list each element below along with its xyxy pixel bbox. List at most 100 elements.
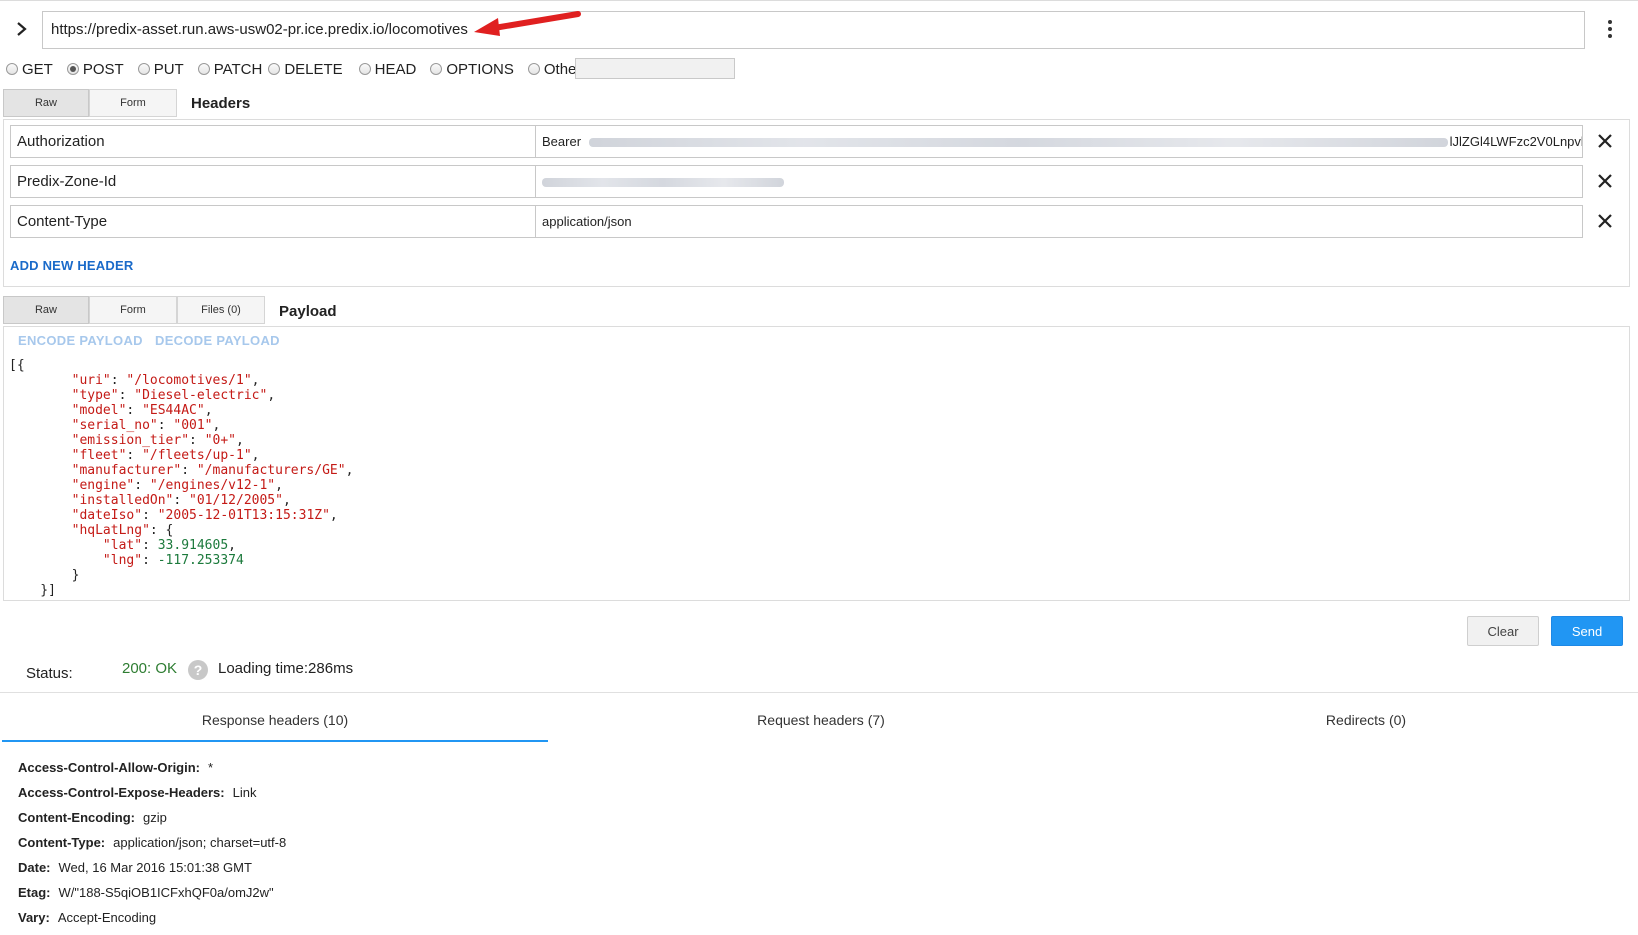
- radio-circle-icon[interactable]: [430, 63, 443, 75]
- header-name-field[interactable]: Content-Type: [10, 205, 536, 238]
- json-punct: : {: [149, 523, 174, 538]
- status-divider: [0, 692, 1638, 693]
- method-radio-delete[interactable]: DELETE: [268, 60, 343, 78]
- header-value-field[interactable]: [535, 165, 1583, 198]
- radio-circle-icon[interactable]: [137, 63, 150, 75]
- payload-line: "uri": "/locomotives/1",: [9, 373, 1624, 388]
- tab-response-headers[interactable]: Response headers (10): [2, 702, 548, 738]
- tab-redirects[interactable]: Redirects (0): [1094, 702, 1638, 738]
- radio-circle-icon[interactable]: [358, 63, 371, 75]
- response-header-value: Link: [232, 785, 257, 800]
- json-punct: :: [181, 463, 197, 478]
- radio-circle-icon[interactable]: [527, 63, 540, 75]
- header-value-field[interactable]: application/json: [535, 205, 1583, 238]
- headers-tab-form[interactable]: Form: [89, 89, 177, 117]
- response-header-value: Wed, 16 Mar 2016 15:01:38 GMT: [58, 860, 252, 875]
- method-radio-patch[interactable]: PATCH: [197, 60, 263, 78]
- method-radio-other[interactable]: Other: [527, 61, 581, 78]
- radio-circle-icon[interactable]: [197, 63, 210, 75]
- json-punct: :: [126, 403, 143, 418]
- add-new-header-link[interactable]: ADD NEW HEADER: [10, 258, 133, 273]
- remove-header-close-icon[interactable]: [1596, 212, 1614, 230]
- json-punct: :: [118, 388, 135, 403]
- clear-button[interactable]: Clear: [1467, 616, 1539, 646]
- json-key: "type": [71, 388, 119, 403]
- response-header-name: Access-Control-Expose-Headers:: [18, 785, 225, 800]
- method-label: PATCH: [213, 60, 263, 78]
- response-header-name: Vary:: [18, 910, 50, 925]
- decode-payload-link[interactable]: DECODE PAYLOAD: [155, 333, 280, 348]
- json-key: "lat": [102, 538, 143, 553]
- encode-payload-link[interactable]: ENCODE PAYLOAD: [18, 333, 143, 348]
- payload-editor[interactable]: [{ "uri": "/locomotives/1", "type": "Die…: [3, 352, 1630, 601]
- radio-circle-icon[interactable]: [66, 63, 79, 75]
- header-name-field[interactable]: Predix-Zone-Id: [10, 165, 536, 198]
- json-punct: }: [9, 568, 80, 583]
- response-header-name: Content-Encoding:: [18, 810, 135, 825]
- radio-circle-icon[interactable]: [6, 63, 18, 75]
- json-punct: :: [126, 448, 143, 463]
- header-value-field[interactable]: Bearer lJlZGl4LWFzc2V0Lnpvb: [535, 125, 1583, 158]
- json-key: "engine": [71, 478, 135, 493]
- radio-circle-icon[interactable]: [268, 63, 281, 75]
- json-string-value: "Diesel-electric": [134, 388, 268, 403]
- method-radio-post[interactable]: POST: [66, 61, 124, 78]
- payload-tab-files[interactable]: Files (0): [177, 296, 265, 324]
- json-punct: :: [142, 508, 158, 523]
- json-punct: ,: [228, 538, 236, 553]
- payload-line: "engine": "/engines/v12-1",: [9, 478, 1624, 493]
- more-options-icon[interactable]: [1606, 20, 1614, 42]
- method-radio-head[interactable]: HEAD: [358, 61, 416, 78]
- json-punct: ,: [275, 478, 283, 493]
- response-header-row: Content-Encoding: gzip: [18, 810, 167, 825]
- remove-header-close-icon[interactable]: [1596, 132, 1614, 150]
- json-string-value: "/locomotives/1": [126, 373, 252, 388]
- headers-tab-raw[interactable]: Raw: [3, 89, 89, 117]
- json-punct: ,: [251, 373, 260, 388]
- url-input[interactable]: https://predix-asset.run.aws-usw02-pr.ic…: [42, 11, 1585, 49]
- json-punct: :: [142, 538, 158, 553]
- expand-chevron-icon[interactable]: [14, 18, 30, 40]
- active-tab-indicator: [2, 740, 548, 742]
- payload-tab-raw[interactable]: Raw: [3, 296, 89, 324]
- response-header-row: Content-Type: application/json; charset=u…: [18, 835, 286, 850]
- json-string-value: "/engines/v12-1": [149, 478, 276, 493]
- json-string-value: "2005-12-01T13:15:31Z": [157, 508, 330, 523]
- response-header-name: Content-Type:: [18, 835, 106, 850]
- payload-line: "model": "ES44AC",: [9, 403, 1624, 418]
- json-punct: ,: [267, 388, 276, 403]
- response-header-name: Access-Control-Allow-Origin:: [18, 760, 201, 775]
- method-radio-options[interactable]: OPTIONS: [430, 61, 514, 78]
- json-punct: ,: [236, 433, 244, 448]
- response-header-row: Date: Wed, 16 Mar 2016 15:01:38 GMT: [18, 860, 252, 875]
- json-key: "manufacturer": [71, 463, 182, 478]
- header-name-field[interactable]: Authorization: [10, 125, 536, 158]
- json-punct: [{: [9, 358, 25, 373]
- json-key: "uri": [71, 373, 111, 388]
- method-radio-put[interactable]: PUT: [137, 61, 184, 78]
- json-string-value: "/fleets/up-1": [142, 448, 252, 463]
- json-number-value: 33.914605: [157, 538, 229, 553]
- response-header-value: application/json; charset=utf-8: [113, 835, 287, 850]
- response-header-value: *: [208, 760, 214, 775]
- other-method-input[interactable]: [575, 58, 735, 79]
- json-number-value: -117.253374: [157, 553, 244, 568]
- remove-header-close-icon[interactable]: [1596, 172, 1614, 190]
- help-icon[interactable]: ?: [188, 660, 208, 680]
- headers-title: Headers: [191, 95, 251, 112]
- method-label: DELETE: [284, 60, 343, 78]
- method-radio-group: GET POST PUT PATCH DELETE HEAD OPTIONS Other: [6, 57, 581, 81]
- payload-tab-form[interactable]: Form: [89, 296, 177, 324]
- method-radio-get[interactable]: GET: [6, 61, 53, 78]
- response-header-value: gzip: [142, 810, 167, 825]
- json-punct: :: [134, 478, 150, 493]
- send-button[interactable]: Send: [1551, 616, 1623, 646]
- json-punct: ,: [212, 418, 221, 433]
- tab-request-headers[interactable]: Request headers (7): [548, 702, 1094, 738]
- json-key: "hqLatLng": [71, 523, 150, 538]
